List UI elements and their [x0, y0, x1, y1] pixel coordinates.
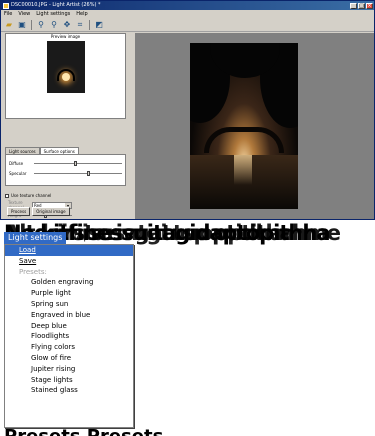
menu-view[interactable]: View: [18, 10, 30, 18]
toolbar-separator: [31, 19, 32, 30]
app-icon: [3, 2, 9, 9]
use-texture-checkbox[interactable]: [5, 194, 9, 198]
sun-reflection: [234, 155, 252, 185]
preset-golden-engraving[interactable]: Golden engraving: [5, 277, 133, 288]
preset-stage-lights[interactable]: Stage lights: [5, 375, 133, 386]
diffuse-slider-thumb[interactable]: [73, 160, 77, 166]
preset-engraved-in-blue[interactable]: Engraved in blue: [5, 310, 133, 321]
preset-purple-light[interactable]: Purple light: [5, 288, 133, 299]
process-button[interactable]: Process: [7, 207, 31, 216]
move-icon[interactable]: ✥: [62, 20, 72, 30]
preview-title: Preview image: [50, 34, 81, 39]
close-button[interactable]: ×: [366, 2, 373, 9]
presets-header: Presets:: [19, 267, 47, 276]
original-image-button[interactable]: Original image: [32, 207, 70, 216]
specular-slider[interactable]: [34, 170, 122, 176]
menu-help-top[interactable]: Help: [66, 232, 92, 244]
menu-light-settings-open[interactable]: Light settings: [4, 232, 67, 244]
toolbar-separator: [89, 19, 90, 30]
window-title: DSC00010.JPG - Light Artist (26%) *: [11, 2, 101, 8]
maximize-button[interactable]: □: [358, 2, 365, 9]
open-icon[interactable]: ▰: [4, 20, 14, 30]
menu-item-load[interactable]: Load: [5, 245, 133, 256]
menu-item-save[interactable]: Save: [5, 256, 133, 267]
left-panel: Preview image Light sources Surface opti…: [3, 33, 130, 219]
menu-light-settings[interactable]: Light settings: [36, 10, 70, 18]
app-window: DSC00010.JPG - Light Artist (26%) * _ □ …: [0, 0, 375, 220]
preview-box: Preview image: [5, 33, 126, 119]
preset-stained-glass[interactable]: Stained glass: [5, 385, 133, 396]
menu-file[interactable]: File: [4, 10, 12, 18]
preset-deep-blue[interactable]: Deep blue: [5, 321, 133, 332]
menu-bar: File View Light settings Help: [1, 10, 374, 18]
minimize-button[interactable]: _: [350, 2, 357, 9]
toolbar: ▰ ▣ ⚲ ⚲ ✥ ⌗ ◩: [1, 18, 374, 32]
preview-arch: [57, 69, 75, 81]
preview-image: [47, 41, 85, 93]
preset-floodlights[interactable]: Floodlights: [5, 331, 133, 342]
specular-row: Specular: [9, 168, 122, 178]
specular-slider-thumb[interactable]: [86, 170, 90, 176]
photo: [190, 43, 298, 209]
preset-spring-sun[interactable]: Spring sun: [5, 299, 133, 310]
preset-jupiter-rising[interactable]: Jupiter rising: [5, 364, 133, 375]
view-icon[interactable]: ◩: [94, 20, 104, 30]
preset-glow-of-fire[interactable]: Glow of fire: [5, 353, 133, 364]
menu-item-label: Save: [19, 256, 37, 265]
bottom-text: Presets Presets: [4, 428, 375, 436]
bridge-arch: [204, 127, 284, 153]
zoom-in-icon[interactable]: ⚲: [36, 20, 46, 30]
texture-toggle-row: Use texture channel: [5, 191, 126, 200]
light-settings-dropdown: Load Save Presets: Golden engraving Purp…: [4, 244, 134, 428]
menu-item-label: Load: [19, 246, 36, 254]
specular-label: Specular: [9, 170, 27, 176]
diffuse-label: Diffuse: [9, 160, 24, 166]
title-bar: DSC00010.JPG - Light Artist (26%) * _ □ …: [1, 1, 374, 10]
use-texture-label: Use texture channel: [11, 193, 52, 198]
preset-flying-colors[interactable]: Flying colors: [5, 342, 133, 353]
diffuse-slider[interactable]: [34, 160, 122, 166]
menu-bar-light-settings: Light settings Help: [4, 232, 134, 244]
surface-options-page: Diffuse Specular: [5, 154, 126, 186]
menu-help[interactable]: Help: [76, 10, 87, 18]
process-buttons: Process Original image: [7, 207, 70, 216]
window-controls: _ □ ×: [350, 2, 373, 9]
image-canvas[interactable]: [135, 33, 374, 219]
save-icon[interactable]: ▣: [17, 20, 27, 30]
diffuse-row: Diffuse: [9, 158, 122, 168]
fit-icon[interactable]: ⌗: [75, 20, 85, 30]
zoom-out-icon[interactable]: ⚲: [49, 20, 59, 30]
